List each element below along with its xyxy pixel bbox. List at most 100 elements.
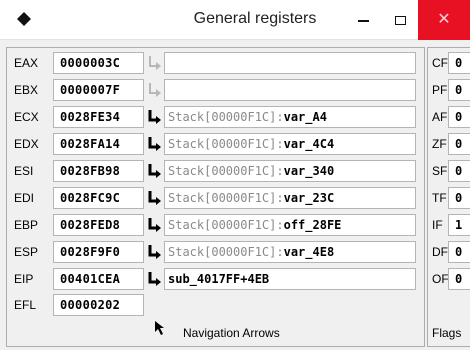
- register-value[interactable]: 0028FA14: [53, 133, 144, 155]
- register-row-ebp: EBP 0028FED8 Stack[00000F1C]:off_28FE: [7, 211, 426, 239]
- minimize-icon: [357, 20, 369, 22]
- flag-value[interactable]: 0: [448, 133, 470, 155]
- register-name: EBX: [14, 83, 39, 97]
- register-name: EBP: [14, 218, 39, 232]
- ref-segment: Stack[00000F1C]:: [168, 245, 284, 259]
- ref-symbol: var_A4: [283, 110, 327, 124]
- register-name: EIP: [14, 272, 34, 286]
- minimize-button[interactable]: [345, 0, 381, 40]
- flag-row-pf: PF 0: [428, 76, 470, 104]
- flags-panel: CF 0 PF 0 AF 0 ZF 0 SF 0 TF 0 IF 1 DF 0 OF 0 Flags: [427, 47, 470, 347]
- flag-row-df: DF 0: [428, 238, 470, 266]
- ref-segment: Stack[00000F1C]:: [168, 218, 284, 232]
- jump-arrow-icon: [149, 56, 161, 70]
- register-value[interactable]: 0028FB98: [53, 160, 144, 182]
- flag-name: OF: [432, 272, 449, 286]
- flag-row-sf: SF 0: [428, 157, 470, 185]
- register-reference[interactable]: Stack[00000F1C]:off_28FE: [164, 214, 416, 236]
- register-value[interactable]: 0028FE34: [53, 106, 144, 128]
- ref-symbol: sub_4017FF+4EB: [168, 272, 270, 286]
- ref-symbol: off_28FE: [283, 218, 342, 232]
- flag-value[interactable]: 0: [448, 52, 470, 74]
- register-row-efl: EFL 00000202: [7, 291, 426, 319]
- flag-name: SF: [432, 164, 448, 178]
- jump-arrow-icon[interactable]: [146, 216, 164, 234]
- ref-segment: Stack[00000F1C]:: [168, 110, 284, 124]
- window-title: General registers: [193, 10, 317, 27]
- registers-panel: EAX 0000003C EBX 0000007F ECX 0028FE34 Stack[0…: [6, 47, 425, 347]
- title-bar[interactable]: General registers ✕: [0, 0, 470, 40]
- register-reference[interactable]: Stack[00000F1C]:var_340: [164, 160, 416, 182]
- register-reference[interactable]: Stack[00000F1C]:var_4C4: [164, 133, 416, 155]
- flag-name: PF: [432, 83, 448, 97]
- cursor-arrow-icon: [155, 321, 164, 335]
- register-value[interactable]: 0000007F: [53, 79, 144, 101]
- register-name: ESI: [14, 164, 34, 178]
- flag-name: ZF: [432, 137, 447, 151]
- register-value[interactable]: 00401CEA: [53, 268, 144, 290]
- ref-symbol: var_4C4: [283, 137, 335, 151]
- register-row-ebx: EBX 0000007F: [7, 76, 426, 104]
- close-button[interactable]: ✕: [418, 0, 470, 40]
- register-reference[interactable]: [164, 52, 416, 74]
- register-value[interactable]: 0000003C: [53, 52, 144, 74]
- jump-arrow-icon[interactable]: [146, 135, 164, 153]
- flag-value[interactable]: 0: [448, 160, 470, 182]
- ref-segment: Stack[00000F1C]:: [168, 164, 284, 178]
- maximize-icon: [394, 15, 406, 25]
- flag-row-zf: ZF 0: [428, 130, 470, 158]
- jump-arrow-icon[interactable]: [146, 189, 164, 207]
- register-name: ECX: [14, 110, 39, 124]
- ref-symbol: var_23C: [283, 191, 335, 205]
- navigation-arrows-label: Navigation Arrows: [183, 326, 280, 340]
- flag-row-tf: TF 0: [428, 184, 470, 212]
- flag-name: CF: [432, 56, 448, 70]
- flag-name: IF: [432, 218, 443, 232]
- register-row-edi: EDI 0028FC9C Stack[00000F1C]:var_23C: [7, 184, 426, 212]
- flag-value[interactable]: 0: [448, 268, 470, 290]
- flag-row-of: OF 0: [428, 265, 470, 293]
- register-value[interactable]: 0028FED8: [53, 214, 144, 236]
- flag-value[interactable]: 0: [448, 106, 470, 128]
- jump-arrow-icon[interactable]: [146, 270, 164, 288]
- register-value[interactable]: 00000202: [53, 294, 144, 316]
- flag-value[interactable]: 0: [448, 79, 470, 101]
- jump-arrow-icon[interactable]: [146, 108, 164, 126]
- register-row-ecx: ECX 0028FE34 Stack[00000F1C]:var_A4: [7, 103, 426, 131]
- flag-value[interactable]: 1: [448, 214, 470, 236]
- flag-value[interactable]: 0: [448, 241, 470, 263]
- jump-arrow-icon[interactable]: [146, 243, 164, 261]
- register-row-eip: EIP 00401CEA sub_4017FF+4EB: [7, 265, 426, 293]
- flag-name: AF: [432, 110, 448, 124]
- register-reference[interactable]: Stack[00000F1C]:var_4E8: [164, 241, 416, 263]
- register-row-eax: EAX 0000003C: [7, 49, 426, 77]
- register-row-edx: EDX 0028FA14 Stack[00000F1C]:var_4C4: [7, 130, 426, 158]
- ref-symbol: var_4E8: [283, 245, 335, 259]
- register-value[interactable]: 0028F9F0: [53, 241, 144, 263]
- jump-arrow-icon: [149, 83, 161, 97]
- register-name: EFL: [14, 298, 37, 312]
- diamond-icon: [17, 12, 31, 26]
- flag-row-cf: CF 0: [428, 49, 470, 77]
- ref-segment: Stack[00000F1C]:: [168, 191, 284, 205]
- close-icon: ✕: [437, 11, 451, 28]
- register-reference[interactable]: sub_4017FF+4EB: [164, 268, 416, 290]
- register-reference[interactable]: Stack[00000F1C]:var_A4: [164, 106, 416, 128]
- ref-segment: Stack[00000F1C]:: [168, 137, 284, 151]
- register-row-esp: ESP 0028F9F0 Stack[00000F1C]:var_4E8: [7, 238, 426, 266]
- register-row-esi: ESI 0028FB98 Stack[00000F1C]:var_340: [7, 157, 426, 185]
- register-name: EDX: [14, 137, 39, 151]
- flag-name: TF: [432, 191, 447, 205]
- register-reference[interactable]: [164, 79, 416, 101]
- jump-arrow-icon[interactable]: [146, 162, 164, 180]
- flag-name: DF: [432, 245, 448, 259]
- ref-symbol: var_340: [283, 164, 335, 178]
- maximize-button[interactable]: [382, 0, 418, 40]
- flag-row-if: IF 1: [428, 211, 470, 239]
- register-name: ESP: [14, 245, 39, 259]
- register-value[interactable]: 0028FC9C: [53, 187, 144, 209]
- register-name: EAX: [14, 56, 39, 70]
- register-reference[interactable]: Stack[00000F1C]:var_23C: [164, 187, 416, 209]
- flag-value[interactable]: 0: [448, 187, 470, 209]
- register-name: EDI: [14, 191, 35, 205]
